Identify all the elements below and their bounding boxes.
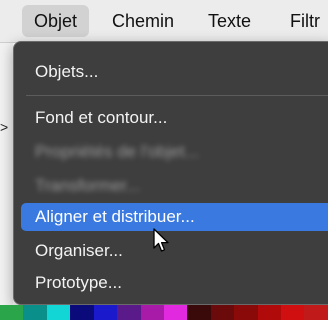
menu-chemin[interactable]: Chemin [100,5,186,37]
menu-item-prototype[interactable]: Prototype... [21,269,328,297]
color-swatch[interactable] [46,305,71,320]
color-swatch[interactable] [281,305,305,320]
app-window: > Objet Chemin Texte Filtr Objets... Fon… [0,0,328,320]
expand-caret-icon[interactable]: > [0,120,8,134]
color-swatch[interactable] [23,305,47,320]
color-swatch[interactable] [304,305,328,320]
menu-texte[interactable]: Texte [196,5,263,37]
color-palette [0,305,328,320]
color-swatch[interactable] [210,305,235,320]
menu-filtres[interactable]: Filtr [278,5,328,37]
menu-item-fond-contour[interactable]: Fond et contour... [21,104,328,132]
canvas-edge [0,40,13,320]
color-swatch[interactable] [93,305,118,320]
color-swatch[interactable] [70,305,94,320]
menu-separator [26,95,328,96]
color-swatch[interactable] [234,305,258,320]
color-swatch[interactable] [187,305,211,320]
menu-item-objets[interactable]: Objets... [21,58,328,86]
color-swatch[interactable] [140,305,164,320]
menu-item-aligner-distribuer[interactable]: Aligner et distribuer... [21,203,328,231]
menu-bar: Objet Chemin Texte Filtr [0,0,328,43]
color-swatch[interactable] [117,305,141,320]
color-swatch[interactable] [0,305,24,320]
menu-item-proprietes-objet[interactable]: Propriétés de l'objet... [21,138,328,166]
color-swatch[interactable] [257,305,282,320]
menu-objet[interactable]: Objet [22,5,90,37]
menu-item-transformer[interactable]: Transformer... [21,172,328,200]
color-swatch[interactable] [163,305,188,320]
arrow-pointer-icon [153,228,169,252]
objet-dropdown-menu: Objets... Fond et contour... Propriétés … [13,41,328,305]
menu-item-organiser[interactable]: Organiser... [21,237,328,265]
